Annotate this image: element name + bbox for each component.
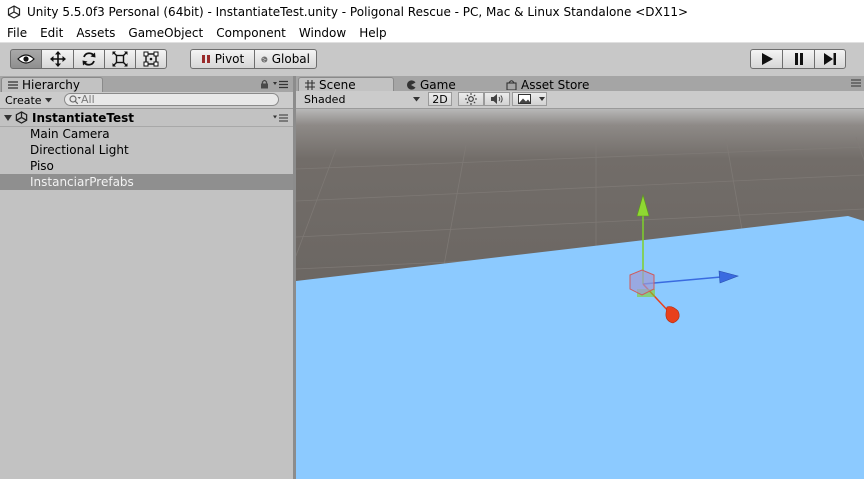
hierarchy-item-main-camera[interactable]: Main Camera [0, 126, 293, 142]
hierarchy-panel: Hierarchy Create All InstantiateTest Mai… [0, 76, 293, 479]
scene-grid-icon [305, 80, 315, 90]
rect-tool-button[interactable] [135, 49, 167, 69]
menu-component[interactable]: Component [209, 26, 292, 40]
step-button[interactable] [814, 49, 846, 69]
rotate-tool-button[interactable] [73, 49, 105, 69]
panel-menu-icon[interactable] [273, 80, 288, 89]
window-title: Unity 5.5.0f3 Personal (64bit) - Instant… [27, 5, 689, 19]
playback-controls [750, 49, 846, 69]
scene-viewport[interactable] [296, 109, 864, 479]
tab-scene-label: Scene [319, 78, 356, 92]
sun-icon [465, 93, 477, 105]
2d-mode-button[interactable]: 2D [428, 92, 452, 106]
pivot-label: Pivot [214, 52, 245, 66]
chevron-down-icon [44, 97, 52, 102]
global-label: Global [271, 52, 310, 66]
menu-assets[interactable]: Assets [69, 26, 121, 40]
hierarchy-item-label: Directional Light [30, 143, 129, 157]
tab-hierarchy[interactable]: Hierarchy [1, 77, 103, 92]
hierarchy-item-instanciarprefabs[interactable]: InstanciarPrefabs [0, 174, 293, 190]
hierarchy-item-piso[interactable]: Piso [0, 158, 293, 174]
image-effects-icon [518, 94, 531, 104]
scene-3d-view[interactable] [296, 109, 864, 479]
chevron-down-icon [413, 96, 420, 101]
search-icon [69, 94, 81, 104]
unity-logo-icon [7, 5, 21, 19]
title-bar: Unity 5.5.0f3 Personal (64bit) - Instant… [0, 0, 864, 24]
lock-icon[interactable] [260, 79, 269, 89]
tab-game[interactable]: Game [400, 77, 500, 92]
scene-effects-dropdown[interactable] [512, 92, 547, 106]
hierarchy-item-label: Piso [30, 159, 54, 173]
tab-game-label: Game [420, 77, 456, 92]
menu-help[interactable]: Help [352, 26, 392, 40]
tab-asset-store-label: Asset Store [521, 77, 590, 92]
play-icon [761, 53, 773, 65]
tab-asset-store[interactable]: Asset Store [500, 77, 610, 92]
pivot-toggle-button[interactable]: Pivot [190, 49, 255, 69]
2d-mode-label: 2D [432, 92, 448, 106]
scale-icon [112, 51, 128, 67]
speaker-icon [491, 94, 503, 104]
scale-tool-button[interactable] [104, 49, 136, 69]
chevron-down-icon [539, 97, 545, 101]
rotate-icon [82, 52, 96, 66]
shading-mode-label: Shaded [304, 92, 346, 106]
scene-tabstrip: Scene Game Asset Store [296, 76, 864, 92]
move-arrows-icon [49, 51, 66, 67]
scene-lighting-button[interactable] [458, 92, 484, 106]
scene-audio-button[interactable] [484, 92, 510, 106]
hierarchy-item-label: InstanciarPrefabs [30, 175, 134, 189]
menu-gameobject[interactable]: GameObject [121, 26, 209, 40]
menu-file[interactable]: File [0, 26, 33, 40]
pivot-icon [201, 55, 210, 63]
menu-window[interactable]: Window [292, 26, 352, 40]
step-icon [824, 53, 836, 65]
scene-panel: Scene Game Asset Store Shaded 2D [296, 76, 864, 479]
search-placeholder: All [81, 93, 95, 106]
move-tool-button[interactable] [41, 49, 74, 69]
hierarchy-list-icon [8, 81, 18, 89]
expand-arrow-icon[interactable] [4, 114, 12, 122]
hierarchy-item-directional-light[interactable]: Directional Light [0, 142, 293, 158]
tab-scene[interactable]: Scene [298, 77, 394, 92]
hierarchy-subbar: Create All [0, 92, 293, 109]
selected-object-cube[interactable] [629, 269, 655, 296]
create-dropdown[interactable]: Create [5, 93, 52, 107]
transform-tools [10, 49, 167, 69]
hierarchy-item-label: Main Camera [30, 127, 110, 141]
create-label: Create [5, 93, 42, 107]
unity-scene-icon [15, 111, 28, 124]
main-toolbar: Pivot Global [0, 42, 864, 77]
menu-bar: File Edit Assets GameObject Component Wi… [0, 24, 864, 42]
hand-tool-button[interactable] [10, 49, 42, 69]
menu-edit[interactable]: Edit [33, 26, 69, 40]
scene-root-item[interactable]: InstantiateTest [0, 109, 293, 126]
play-button[interactable] [750, 49, 783, 69]
shading-mode-dropdown[interactable]: Shaded [304, 92, 420, 106]
pause-button[interactable] [782, 49, 815, 69]
hierarchy-tabstrip: Hierarchy [0, 76, 293, 92]
globe-icon [261, 55, 268, 63]
scene-toolbar: Shaded 2D [296, 91, 864, 109]
global-toggle-button[interactable]: Global [254, 49, 317, 69]
tab-hierarchy-label: Hierarchy [22, 78, 81, 92]
scene-name: InstantiateTest [32, 110, 134, 125]
scene-menu-icon[interactable] [273, 114, 288, 122]
hierarchy-search-input[interactable]: All [64, 93, 279, 106]
panel-options-icon[interactable] [851, 78, 861, 88]
game-pacman-icon [407, 79, 416, 90]
pivot-global-group: Pivot Global [190, 49, 317, 69]
pause-icon [794, 53, 803, 65]
eye-icon [17, 54, 35, 64]
rect-tool-icon [143, 51, 159, 67]
store-bag-icon [506, 79, 517, 90]
